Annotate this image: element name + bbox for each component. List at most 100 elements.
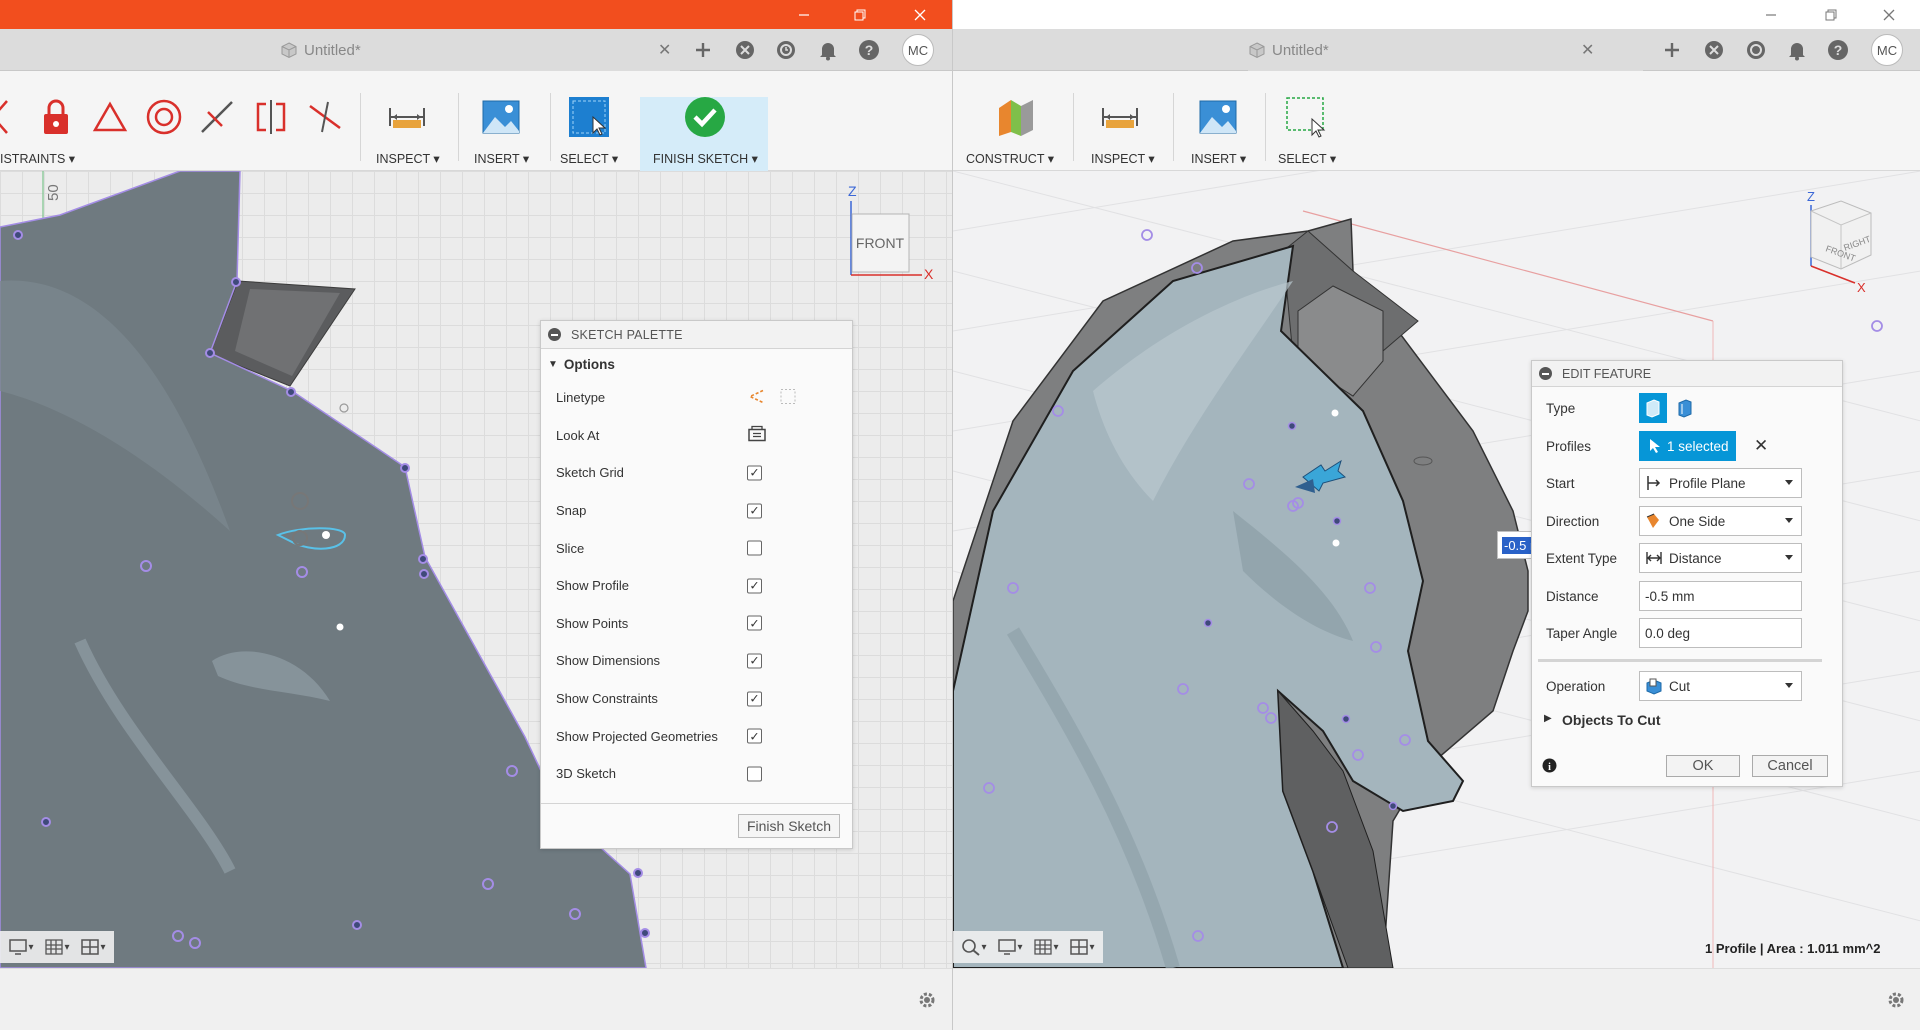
- job-status-icon[interactable]: [1741, 35, 1771, 65]
- construct-plane-icon[interactable]: [993, 94, 1039, 140]
- help-icon[interactable]: ?: [854, 35, 884, 65]
- measure-ruler-icon[interactable]: [1097, 94, 1143, 140]
- close-button[interactable]: [1861, 0, 1917, 29]
- cancel-button[interactable]: Cancel: [1752, 755, 1828, 777]
- one-side-direction-icon: [1646, 513, 1659, 528]
- constraints-menu-label[interactable]: ISTRAINTS ▾: [0, 151, 75, 166]
- finish-sketch-group: FINISH SKETCH ▾: [650, 71, 768, 171]
- equal-constraint-icon[interactable]: [87, 94, 133, 140]
- extrude-type-solid-icon[interactable]: [1639, 393, 1667, 423]
- palette-option-checkbox[interactable]: ✓: [747, 615, 762, 631]
- profiles-selection-button[interactable]: 1 selected: [1639, 431, 1736, 461]
- user-avatar[interactable]: MC: [1871, 34, 1903, 66]
- fix-lock-icon[interactable]: [33, 94, 79, 140]
- user-avatar[interactable]: MC: [902, 34, 934, 66]
- restore-button[interactable]: [832, 0, 888, 29]
- select-menu-label[interactable]: SELECT ▾: [560, 151, 618, 166]
- insert-menu-label[interactable]: INSERT ▾: [474, 151, 529, 166]
- settings-gear-icon[interactable]: [916, 989, 938, 1011]
- profiles-row: Profiles 1 selected ✕: [1532, 431, 1842, 461]
- viewports-icon[interactable]: ▾: [78, 935, 108, 959]
- close-button[interactable]: [892, 0, 948, 29]
- document-tab[interactable]: Untitled* ✕: [1248, 29, 1643, 71]
- start-select[interactable]: Profile Plane: [1639, 468, 1802, 498]
- perpendicular-constraint-icon[interactable]: [302, 94, 348, 140]
- collapse-icon[interactable]: [1539, 367, 1552, 380]
- chevron-down-icon: [1785, 518, 1793, 523]
- job-status-icon[interactable]: [771, 35, 801, 65]
- checkbox-wrapper: [747, 766, 762, 782]
- objects-to-cut-row[interactable]: ▶ Objects To Cut: [1532, 705, 1842, 735]
- inspect-menu-label[interactable]: INSPECT ▾: [376, 151, 440, 166]
- insert-image-icon[interactable]: [478, 94, 524, 140]
- options-section-header[interactable]: ▼ Options: [541, 349, 852, 379]
- model-canvas[interactable]: FRONT RIGHT Z X -0.5 mm EDIT FEATURE Typ…: [953, 171, 1920, 968]
- look-at-icon[interactable]: [747, 425, 767, 446]
- symmetry-constraint-icon[interactable]: [248, 94, 294, 140]
- zoom-icon[interactable]: ▾: [959, 935, 989, 959]
- palette-option-checkbox[interactable]: ✓: [747, 653, 762, 669]
- tab-close-icon[interactable]: ✕: [658, 40, 671, 60]
- grid-settings-icon[interactable]: ▾: [42, 935, 72, 959]
- extensions-icon[interactable]: [1699, 35, 1729, 65]
- insert-image-icon[interactable]: [1195, 94, 1241, 140]
- extrude-type-thin-icon[interactable]: [1671, 393, 1699, 423]
- midpoint-constraint-icon[interactable]: [194, 94, 240, 140]
- extent-type-select[interactable]: Distance: [1639, 543, 1802, 573]
- palette-option-checkbox[interactable]: ✓: [747, 465, 762, 481]
- document-tab[interactable]: Untitled* ✕: [280, 29, 680, 71]
- construct-menu-label[interactable]: CONSTRUCT ▾: [966, 151, 1054, 166]
- measure-ruler-icon[interactable]: [384, 94, 430, 140]
- help-icon[interactable]: ?: [1823, 35, 1853, 65]
- palette-option-checkbox[interactable]: ✓: [747, 578, 762, 594]
- viewcube[interactable]: FRONT RIGHT Z X: [1807, 189, 1872, 295]
- finish-sketch-button[interactable]: Finish Sketch: [737, 814, 840, 838]
- new-tab-button[interactable]: [688, 35, 718, 65]
- extensions-icon[interactable]: [730, 35, 760, 65]
- display-settings-icon[interactable]: ▾: [6, 935, 36, 959]
- display-settings-icon[interactable]: ▾: [995, 935, 1025, 959]
- linetype-icons[interactable]: [747, 387, 797, 408]
- palette-option-checkbox[interactable]: ✓: [747, 728, 762, 744]
- taper-angle-input[interactable]: 0.0 deg: [1639, 618, 1802, 648]
- inspect-menu-label[interactable]: INSPECT ▾: [1091, 151, 1155, 166]
- tangent-constraint-icon[interactable]: [0, 94, 16, 140]
- minimize-button[interactable]: [1743, 0, 1799, 29]
- right-title-bar: [953, 0, 1920, 29]
- restore-button[interactable]: [1803, 0, 1859, 29]
- viewcube[interactable]: FRONT Z X: [848, 183, 934, 282]
- select-window-icon[interactable]: [566, 94, 612, 140]
- info-icon[interactable]: i: [1542, 758, 1557, 773]
- select-window-icon[interactable]: [1283, 94, 1329, 140]
- distance-input[interactable]: -0.5 mm: [1639, 581, 1802, 611]
- finish-sketch-check-icon[interactable]: [682, 94, 728, 140]
- clear-selection-icon[interactable]: ✕: [1754, 436, 1768, 456]
- finish-sketch-menu-label[interactable]: FINISH SKETCH ▾: [653, 151, 758, 166]
- sketch-palette-header: SKETCH PALETTE: [541, 321, 852, 349]
- tab-close-icon[interactable]: ✕: [1581, 40, 1594, 60]
- palette-option-checkbox[interactable]: ✓: [747, 503, 762, 519]
- concentric-constraint-icon[interactable]: [141, 94, 187, 140]
- notifications-bell-icon[interactable]: [1782, 35, 1812, 65]
- direction-select[interactable]: One Side: [1639, 506, 1802, 536]
- palette-option-checkbox[interactable]: [747, 540, 762, 556]
- palette-option-label: Show Profile: [556, 578, 629, 594]
- palette-option-checkbox[interactable]: [747, 766, 762, 782]
- insert-group: INSERT ▾: [468, 71, 538, 171]
- minimize-button[interactable]: [776, 0, 832, 29]
- select-menu-label[interactable]: SELECT ▾: [1278, 151, 1336, 166]
- sketch-canvas[interactable]: 50 FRONT Z X SKETCH PALETTE ▼ Options Li…: [0, 171, 952, 968]
- taper-angle-label: Taper Angle: [1546, 626, 1618, 641]
- palette-option-label: Look At: [556, 427, 600, 443]
- viewports-icon[interactable]: ▾: [1067, 935, 1097, 959]
- ok-button[interactable]: OK: [1666, 755, 1740, 777]
- new-tab-button[interactable]: [1657, 35, 1687, 65]
- notifications-bell-icon[interactable]: [813, 35, 843, 65]
- insert-menu-label[interactable]: INSERT ▾: [1191, 151, 1246, 166]
- operation-select[interactable]: Cut: [1639, 671, 1802, 701]
- grid-settings-icon[interactable]: ▾: [1031, 935, 1061, 959]
- settings-gear-icon[interactable]: [1885, 989, 1907, 1011]
- ribbon-separator: [1073, 93, 1074, 161]
- collapse-icon[interactable]: [548, 328, 561, 341]
- palette-option-checkbox[interactable]: ✓: [747, 691, 762, 707]
